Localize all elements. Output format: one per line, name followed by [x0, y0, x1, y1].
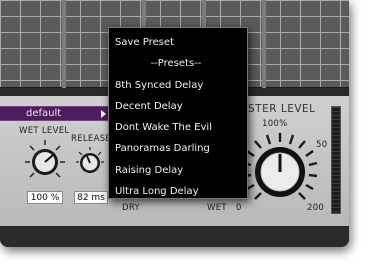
master-level-label: STER LEVEL: [248, 103, 316, 115]
master-level-knob[interactable]: [240, 130, 320, 210]
preset-selector[interactable]: default: [0, 106, 113, 121]
menu-item-dont-wake-the-evil[interactable]: Dont Wake The Evil: [109, 117, 247, 138]
menu-item-presets-header: --Presets--: [150, 58, 202, 70]
menu-item-ultra-long-delay[interactable]: Ultra Long Delay: [109, 181, 247, 202]
menu-item-panoramas-darling[interactable]: Panoramas Darling: [109, 138, 247, 159]
grid-highlight: [62, 0, 66, 88]
wet-label: WET: [207, 203, 227, 213]
dry-label: DRY: [122, 203, 140, 213]
wet-level-value[interactable]: 100 %: [27, 191, 63, 204]
wet-level-knob[interactable]: [22, 137, 68, 183]
preset-dropdown-menu[interactable]: Save Preset --Presets-- 8th Synced Delay…: [108, 27, 248, 199]
menu-item-save-preset[interactable]: Save Preset: [109, 32, 247, 53]
level-meter: [331, 106, 341, 214]
release-value[interactable]: 82 ms: [74, 191, 108, 204]
master-scale-top: 100%: [262, 119, 288, 129]
preset-arrow-icon: [101, 110, 106, 118]
release-knob[interactable]: [74, 145, 106, 177]
grid-highlight: [262, 0, 266, 88]
menu-item-8th-synced-delay[interactable]: 8th Synced Delay: [109, 75, 247, 96]
wet-level-label: WET LEVEL: [19, 126, 70, 136]
preset-name: default: [26, 108, 62, 119]
menu-item-decent-delay[interactable]: Decent Delay: [109, 96, 247, 117]
release-label: RELEASE: [71, 134, 112, 144]
bottom-strip: [0, 226, 349, 247]
menu-item-raising-delay[interactable]: Raising Delay: [109, 160, 247, 181]
